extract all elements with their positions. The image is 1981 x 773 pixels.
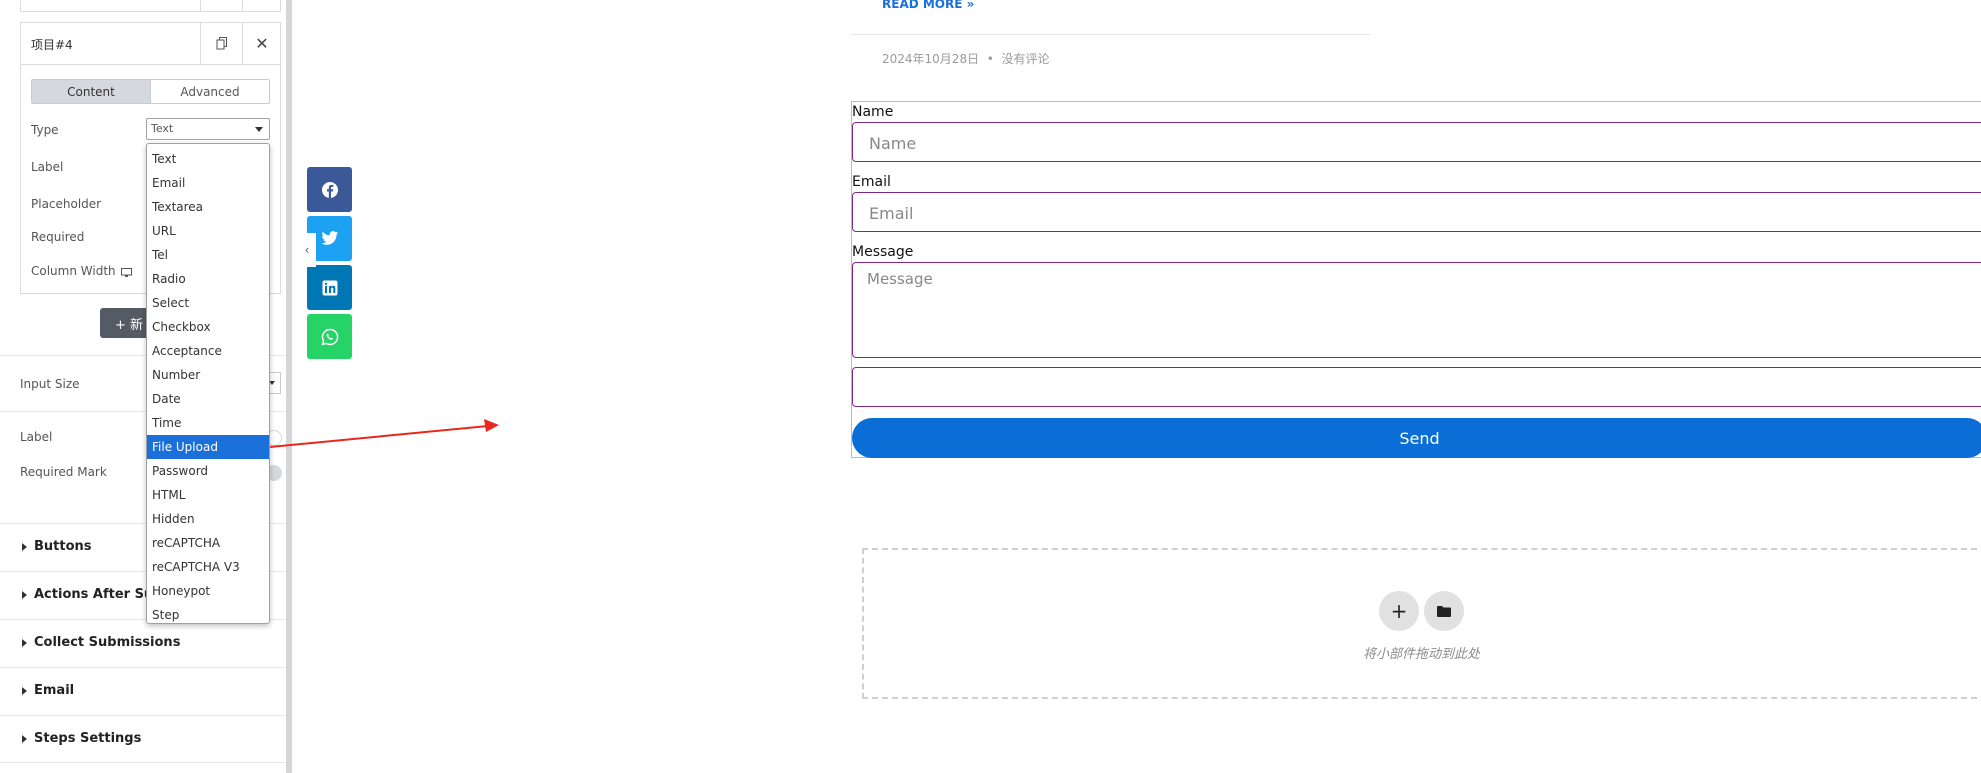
annotation-arrow bbox=[269, 419, 499, 448]
